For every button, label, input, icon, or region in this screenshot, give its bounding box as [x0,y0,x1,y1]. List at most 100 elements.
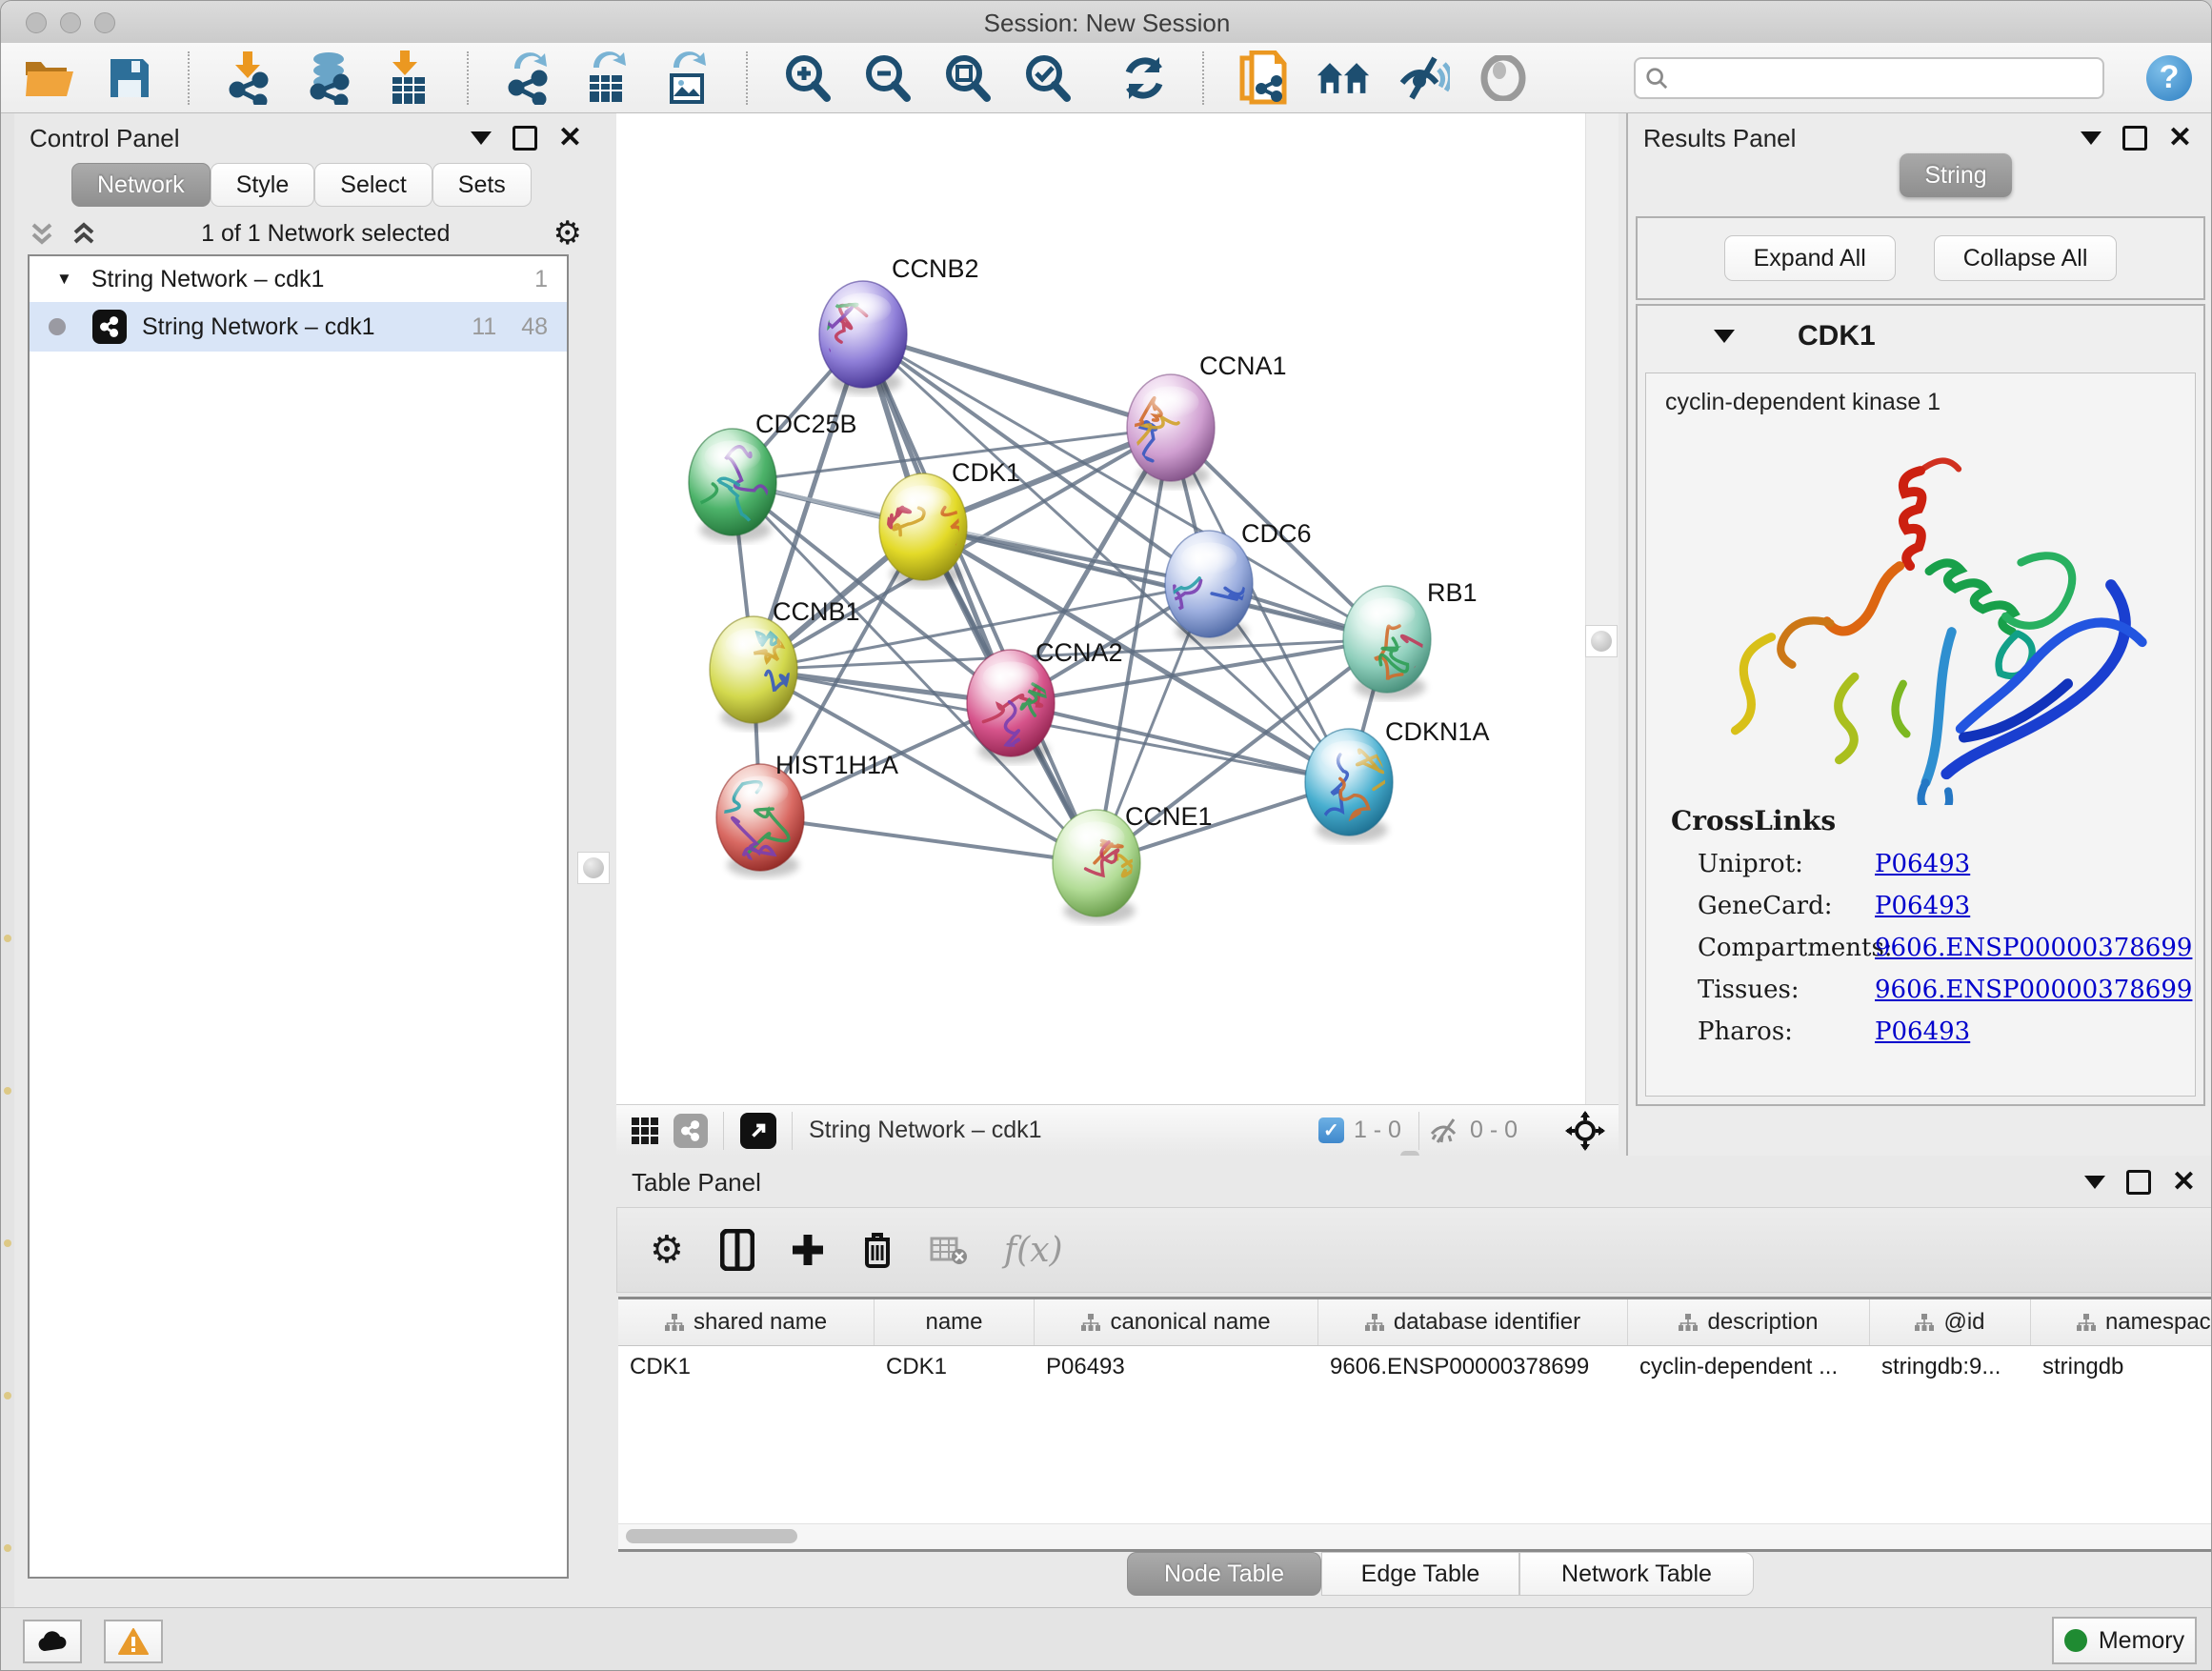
table-header-row: shared name name canonical name database… [618,1299,2211,1346]
left-splitter-handle[interactable] [577,852,610,884]
tab-sets[interactable]: Sets [432,163,532,207]
tab-network-table[interactable]: Network Table [1519,1552,1754,1596]
network-canvas[interactable]: CCNB2CCNA1CDC25BCDK1CDC6RB1CCNB1CCNA2CDK… [616,113,1619,1104]
help-button[interactable]: ? [2146,55,2192,101]
close-panel-icon[interactable]: ✕ [2172,1173,2196,1192]
column-header[interactable]: @id [1870,1299,2031,1345]
export-image-icon[interactable] [660,50,715,106]
tab-edge-table[interactable]: Edge Table [1321,1552,1519,1596]
float-panel-icon[interactable] [513,126,537,151]
save-icon[interactable] [102,50,157,106]
tab-style[interactable]: Style [211,163,315,207]
main-toolbar: ? [1,43,2212,113]
node-label-ccne1: CCNE1 [1125,802,1213,831]
node-table[interactable]: shared name name canonical name database… [618,1297,2211,1552]
panel-menu-icon[interactable] [2084,1176,2105,1189]
gear-icon[interactable]: ⚙ [553,217,582,250]
node-label-ccnb1: CCNB1 [773,597,860,626]
tab-select[interactable]: Select [314,163,432,207]
gene-expander-icon[interactable] [1714,330,1735,343]
show-hide-details-icon[interactable] [1396,50,1451,106]
delete-table-icon [930,1235,968,1265]
gene-card: CDK1 cyclin-dependent kinase 1 [1636,304,2205,1106]
open-folder-icon[interactable] [22,50,77,106]
close-panel-icon[interactable]: ✕ [2168,129,2192,148]
detach-view-icon[interactable] [740,1113,776,1149]
hidden-eye-icon[interactable] [1428,1117,1460,1145]
warnings-button[interactable] [104,1620,163,1663]
network-collection-row[interactable]: ▼ String Network – cdk1 1 [30,256,567,302]
crosslink-row: GeneCard: P06493 [1698,892,2195,920]
node-label-ccna2: CCNA2 [1036,638,1123,667]
import-table-icon[interactable] [381,50,436,106]
search-input[interactable] [1676,64,2093,92]
panel-menu-icon[interactable] [471,131,492,145]
column-header[interactable]: canonical name [1035,1299,1318,1345]
zoom-selected-icon[interactable] [1019,50,1075,106]
import-database-icon[interactable] [301,50,356,106]
tissues-link[interactable]: 9606.ENSP00000378699 [1875,976,2192,1004]
birdseye-crosshair-icon[interactable] [1565,1111,1605,1151]
column-header[interactable]: namespace [2031,1299,2211,1345]
network-nav-bar: String Network – cdk1 ✓ 1 - 0 0 - 0 [616,1104,1619,1156]
expand-all-button[interactable]: Expand All [1724,235,1896,281]
results-panel-title: Results Panel [1643,124,1796,153]
network-type-icon [92,310,127,344]
node-label-rb1: RB1 [1427,578,1478,607]
expander-triangle-icon[interactable]: ▼ [56,270,72,289]
close-panel-icon[interactable]: ✕ [558,129,582,148]
right-splitter-handle[interactable] [1585,625,1618,657]
delete-column-icon[interactable] [861,1230,894,1270]
compartments-link[interactable]: 9606.ENSP00000378699 [1875,934,2192,962]
column-header[interactable]: name [875,1299,1035,1345]
zoom-fit-icon[interactable] [939,50,995,106]
show-columns-icon[interactable] [720,1229,754,1271]
cloud-icon [36,1630,69,1653]
zoom-in-icon[interactable] [779,50,835,106]
column-type-icon [1365,1313,1384,1332]
memory-button[interactable]: Memory [2052,1617,2197,1664]
network-document-icon[interactable] [1236,50,1291,106]
scrollbar-thumb[interactable] [626,1529,797,1543]
application-window: Session: New Session [0,0,2212,1671]
export-table-icon[interactable] [580,50,635,106]
uniprot-link[interactable]: P06493 [1875,850,1970,878]
node-label-ccna1: CCNA1 [1199,352,1287,380]
selected-counts: 1 - 0 [1354,1117,1401,1144]
pharos-link[interactable]: P06493 [1875,1017,1970,1046]
export-network-icon[interactable] [500,50,555,106]
search-box[interactable] [1634,57,2104,99]
table-row[interactable]: CDK1 CDK1 P06493 9606.ENSP00000378699 cy… [618,1346,2211,1388]
expand-all-chevron-icon[interactable] [70,219,98,248]
houses-icon[interactable] [1316,50,1371,106]
float-panel-icon[interactable] [2126,1170,2151,1195]
column-header[interactable]: database identifier [1318,1299,1628,1345]
genecard-link[interactable]: P06493 [1875,892,1970,920]
cloud-button[interactable] [23,1620,82,1663]
column-header[interactable]: description [1628,1299,1870,1345]
network-row-selected[interactable]: String Network – cdk1 11 48 [30,302,567,352]
panel-menu-icon[interactable] [2081,131,2101,145]
add-column-icon[interactable] [791,1233,825,1267]
refresh-layout-icon[interactable] [1116,50,1172,106]
horizontal-scrollbar[interactable] [618,1523,2211,1549]
network-right-gutter [1585,113,1619,1104]
collapse-all-button[interactable]: Collapse All [1934,235,2118,281]
selected-checkbox-icon[interactable]: ✓ [1318,1117,1344,1143]
table-gear-icon[interactable]: ⚙ [650,1234,684,1266]
float-panel-icon[interactable] [2122,126,2147,151]
import-network-icon[interactable] [221,50,276,106]
node-label-cdk1: CDK1 [952,458,1020,487]
warning-icon [118,1628,149,1655]
birdseye-eye-icon [1476,50,1531,106]
collapse-all-chevron-icon[interactable] [28,219,56,248]
network-view[interactable]: CCNB2CCNA1CDC25BCDK1CDC6RB1CCNB1CCNA2CDK… [616,113,1619,1156]
tab-string[interactable]: String [1900,153,2012,197]
gene-description: cyclin-dependent kinase 1 [1665,389,2195,416]
tab-node-table[interactable]: Node Table [1127,1552,1321,1596]
network-share-icon[interactable] [674,1114,708,1148]
tab-network[interactable]: Network [71,163,211,207]
zoom-out-icon[interactable] [859,50,915,106]
column-header[interactable]: shared name [618,1299,875,1345]
grid-view-icon[interactable] [630,1116,660,1146]
